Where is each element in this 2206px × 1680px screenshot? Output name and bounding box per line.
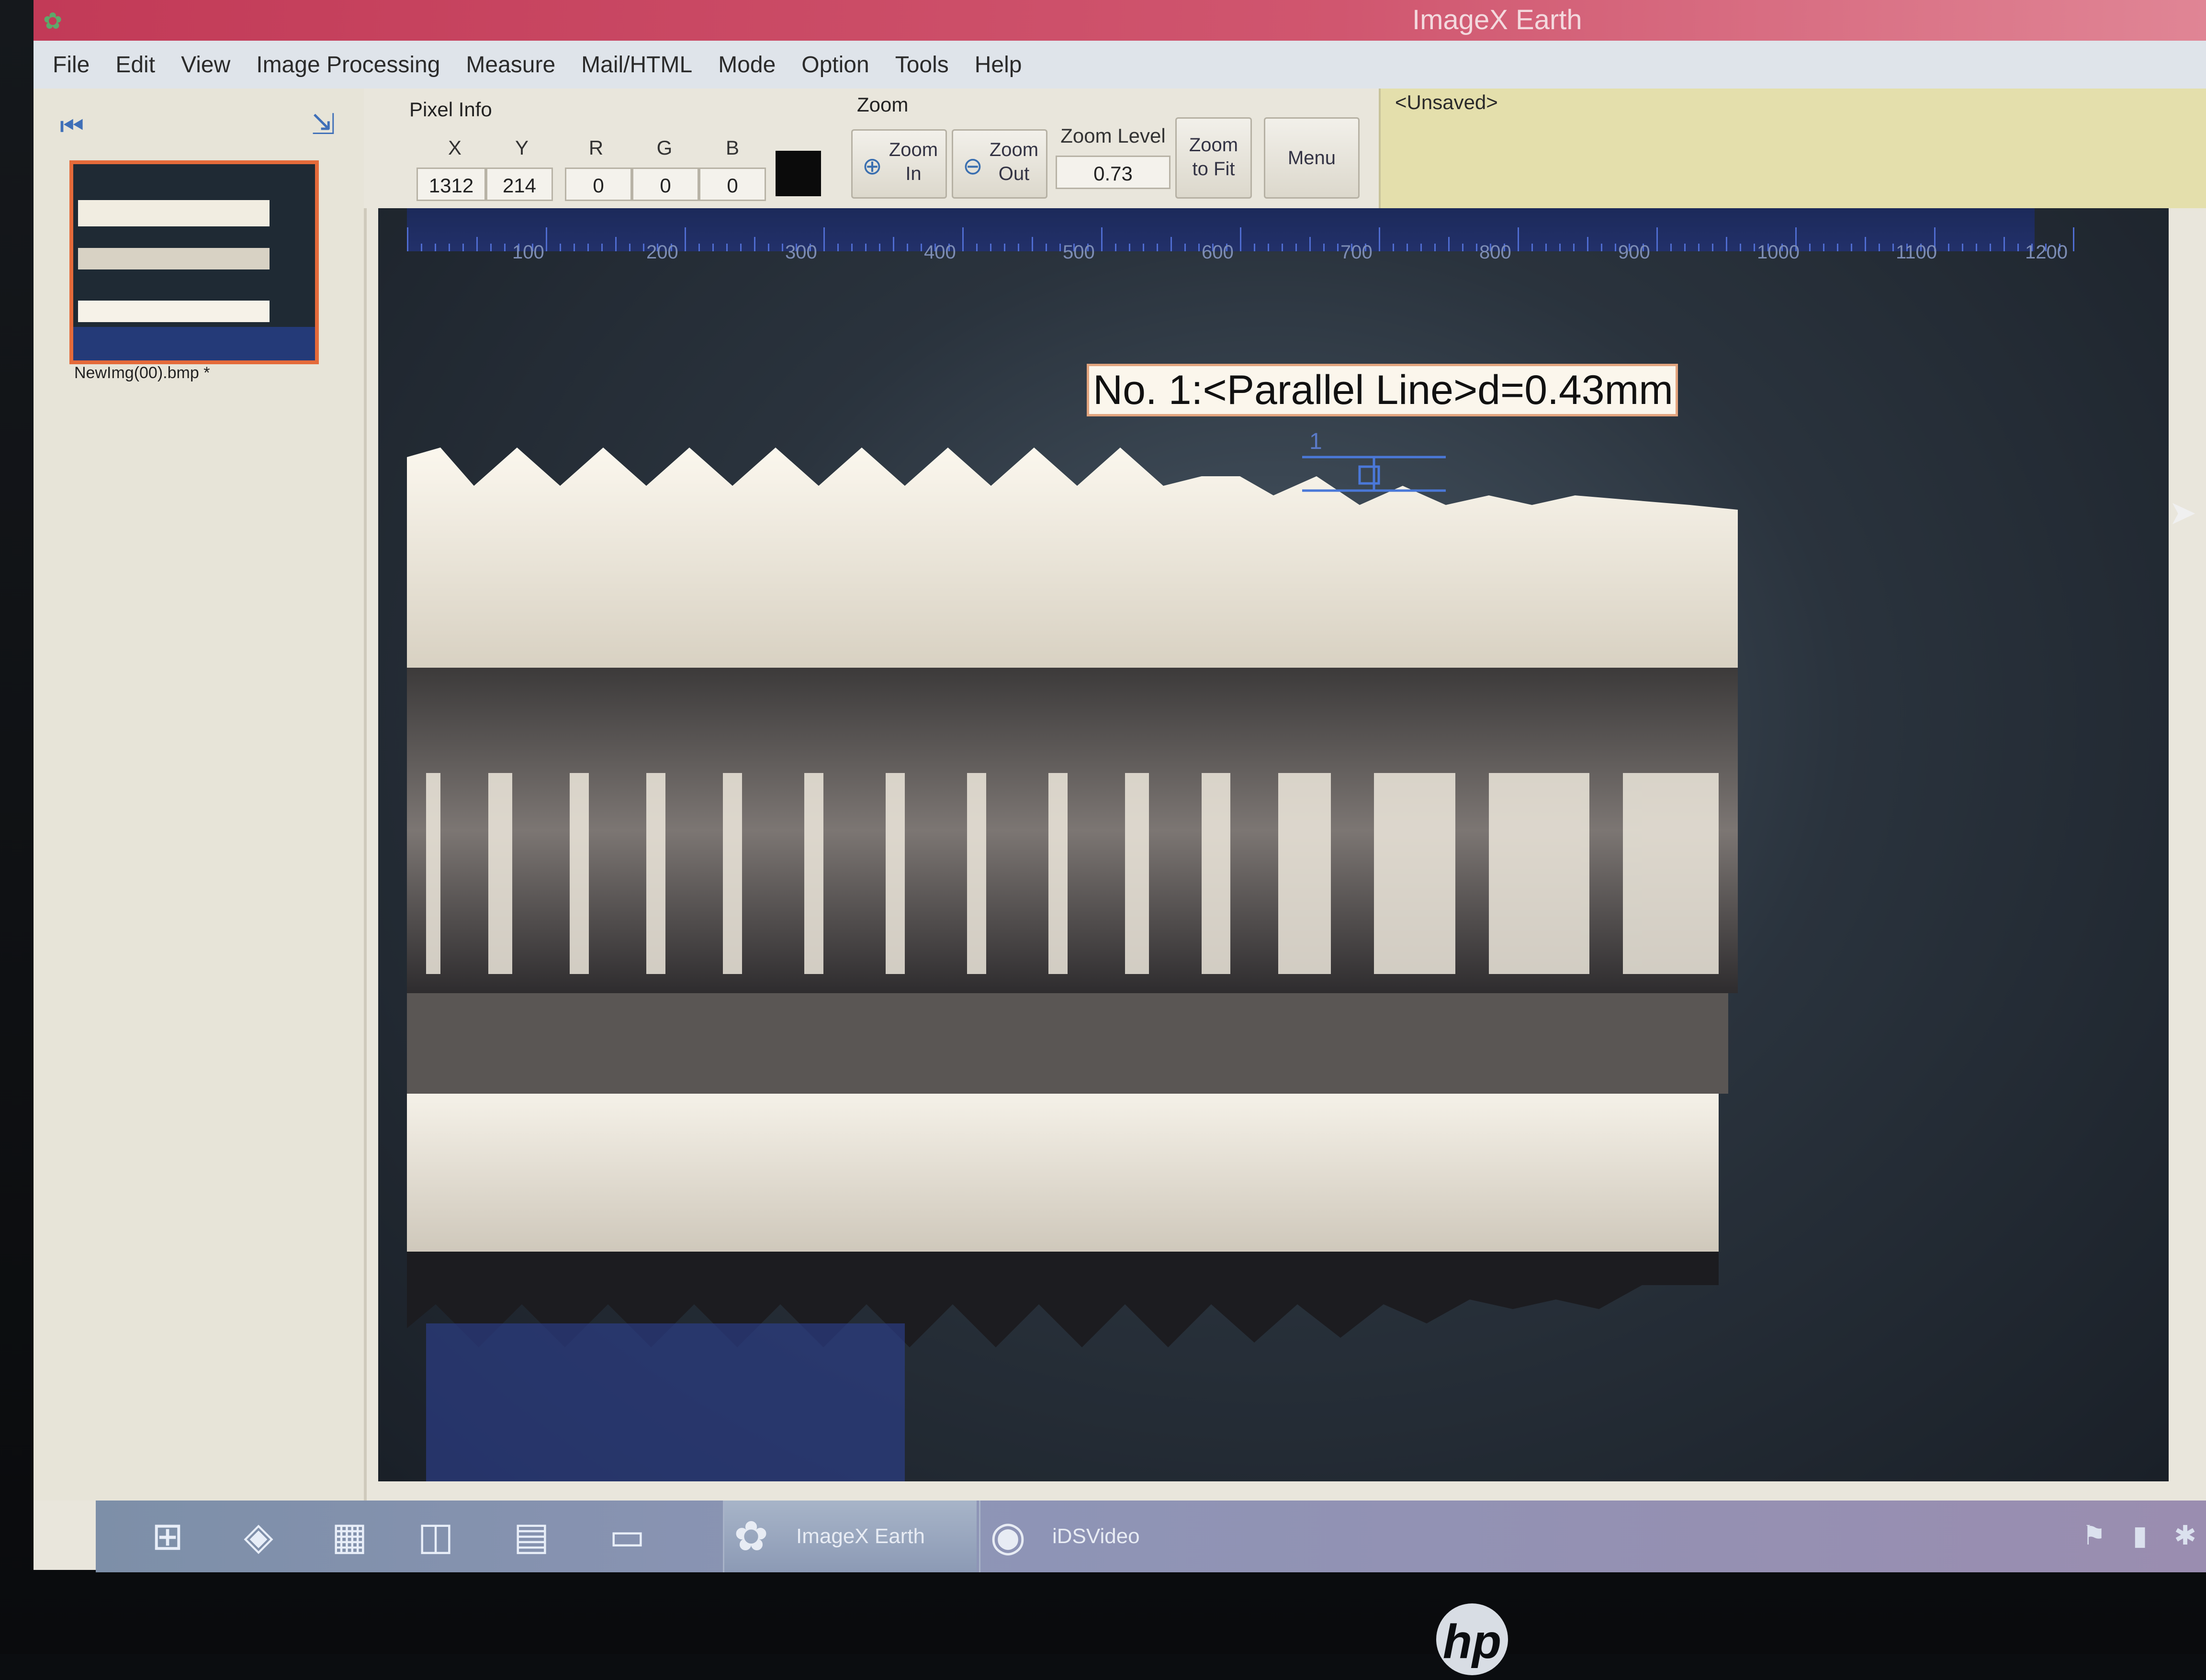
network-icon[interactable]: ▮ xyxy=(2133,1520,2148,1550)
window-title: ImageX Earth xyxy=(1412,4,1582,35)
shadow-band xyxy=(407,993,1728,1094)
g-label: G xyxy=(656,136,673,159)
menu-mail-html[interactable]: Mail/HTML xyxy=(581,52,692,78)
blue-reflection xyxy=(426,1323,905,1481)
zoom-out-button[interactable]: ⊖ Zoom Out xyxy=(952,129,1047,199)
menu-mode[interactable]: Mode xyxy=(718,52,776,78)
windows-start-icon[interactable]: ⊞ xyxy=(144,1512,191,1560)
bluetooth-icon[interactable]: ✱ xyxy=(2174,1520,2196,1550)
x-value: 1312 xyxy=(416,168,486,201)
title-bar: ✿ ImageX Earth xyxy=(34,0,2206,41)
paint-icon[interactable]: ◈ xyxy=(235,1512,282,1560)
document-tab[interactable]: <Unsaved> xyxy=(1379,89,2206,208)
system-tray: ⚑ ▮ ✱ xyxy=(2063,1520,2196,1551)
menu-view[interactable]: View xyxy=(181,52,230,78)
zoom-in-button[interactable]: ⊕ Zoom In xyxy=(851,129,947,199)
hp-logo: hp xyxy=(1436,1603,1508,1675)
zoom-group-label: Zoom xyxy=(857,93,909,116)
menu-measure[interactable]: Measure xyxy=(466,52,555,78)
butterfly-icon: ✿ xyxy=(734,1513,769,1559)
menu-tools[interactable]: Tools xyxy=(895,52,949,78)
thumbnail-caption: NewImg(00).bmp * xyxy=(74,364,210,382)
zoom-in-icon: ⊕ xyxy=(862,153,882,179)
g-value: 0 xyxy=(632,168,699,201)
menu-help[interactable]: Help xyxy=(975,52,1022,78)
taskbar-app-imagex[interactable]: ✿ ImageX Earth xyxy=(723,1501,977,1572)
r-value: 0 xyxy=(565,168,632,201)
document-status: <Unsaved> xyxy=(1395,91,1498,113)
camera-icon: ◉ xyxy=(990,1513,1026,1559)
thumbnail-item[interactable] xyxy=(69,160,319,364)
skip-to-first-icon[interactable]: ⏮ xyxy=(60,110,84,142)
menu-file[interactable]: File xyxy=(53,52,90,78)
lower-band xyxy=(407,1094,1719,1252)
b-label: B xyxy=(725,136,739,159)
computer-icon[interactable]: ▤ xyxy=(507,1512,555,1560)
export-icon[interactable]: ⇲ xyxy=(311,108,335,141)
thumbnail-panel: ⏮ ⇲ NewImg(00).bmp * xyxy=(34,89,367,1501)
menu-bar: File Edit View Image Processing Measure … xyxy=(34,41,2206,89)
pixel-info-label: Pixel Info xyxy=(409,98,492,121)
toolbar: Pixel Info X Y R G B 1312 214 0 0 0 Zoom… xyxy=(364,89,2206,208)
menu-button[interactable]: Menu xyxy=(1264,117,1360,199)
flag-icon[interactable]: ⚑ xyxy=(2082,1520,2106,1550)
screen: ✿ ImageX Earth File Edit View Image Proc… xyxy=(34,0,2206,1570)
taskbar: ⊞ ◈ ▦ ◫ ▤ ▭ ✿ ImageX Earth ◉ iDSVideo ⚑ … xyxy=(96,1501,2206,1572)
folder-icon[interactable]: ▭ xyxy=(603,1512,651,1560)
butterfly-icon: ✿ xyxy=(43,9,63,34)
r-label: R xyxy=(588,136,604,159)
y-value: 214 xyxy=(486,168,553,201)
zoom-out-icon: ⊖ xyxy=(963,153,983,179)
menu-edit[interactable]: Edit xyxy=(115,52,155,78)
b-value: 0 xyxy=(699,168,766,201)
calculator-icon[interactable]: ▦ xyxy=(326,1512,373,1560)
zoom-level-value[interactable]: 0.73 xyxy=(1056,156,1171,189)
taskbar-app-idsvideo[interactable]: ◉ iDSVideo xyxy=(979,1501,1238,1572)
menu-image-processing[interactable]: Image Processing xyxy=(256,52,440,78)
3d-viewer-icon[interactable]: ◫ xyxy=(412,1512,460,1560)
measurement-label[interactable]: No. 1:<Parallel Line>d=0.43mm xyxy=(1087,364,1678,416)
menu-option[interactable]: Option xyxy=(801,52,869,78)
y-label: Y xyxy=(515,136,529,159)
zoom-level-label: Zoom Level xyxy=(1060,124,1166,147)
mouse-cursor-icon: ➤ xyxy=(2169,494,2197,531)
upper-thread xyxy=(407,448,1738,668)
image-canvas[interactable]: 100 200 300 400 500 600 700 800 900 1000… xyxy=(378,208,2169,1481)
zoom-to-fit-button[interactable]: Zoom to Fit xyxy=(1175,117,1252,199)
measurement-number: 1 xyxy=(1309,429,1322,454)
x-label: X xyxy=(448,136,461,159)
color-swatch xyxy=(776,151,821,196)
